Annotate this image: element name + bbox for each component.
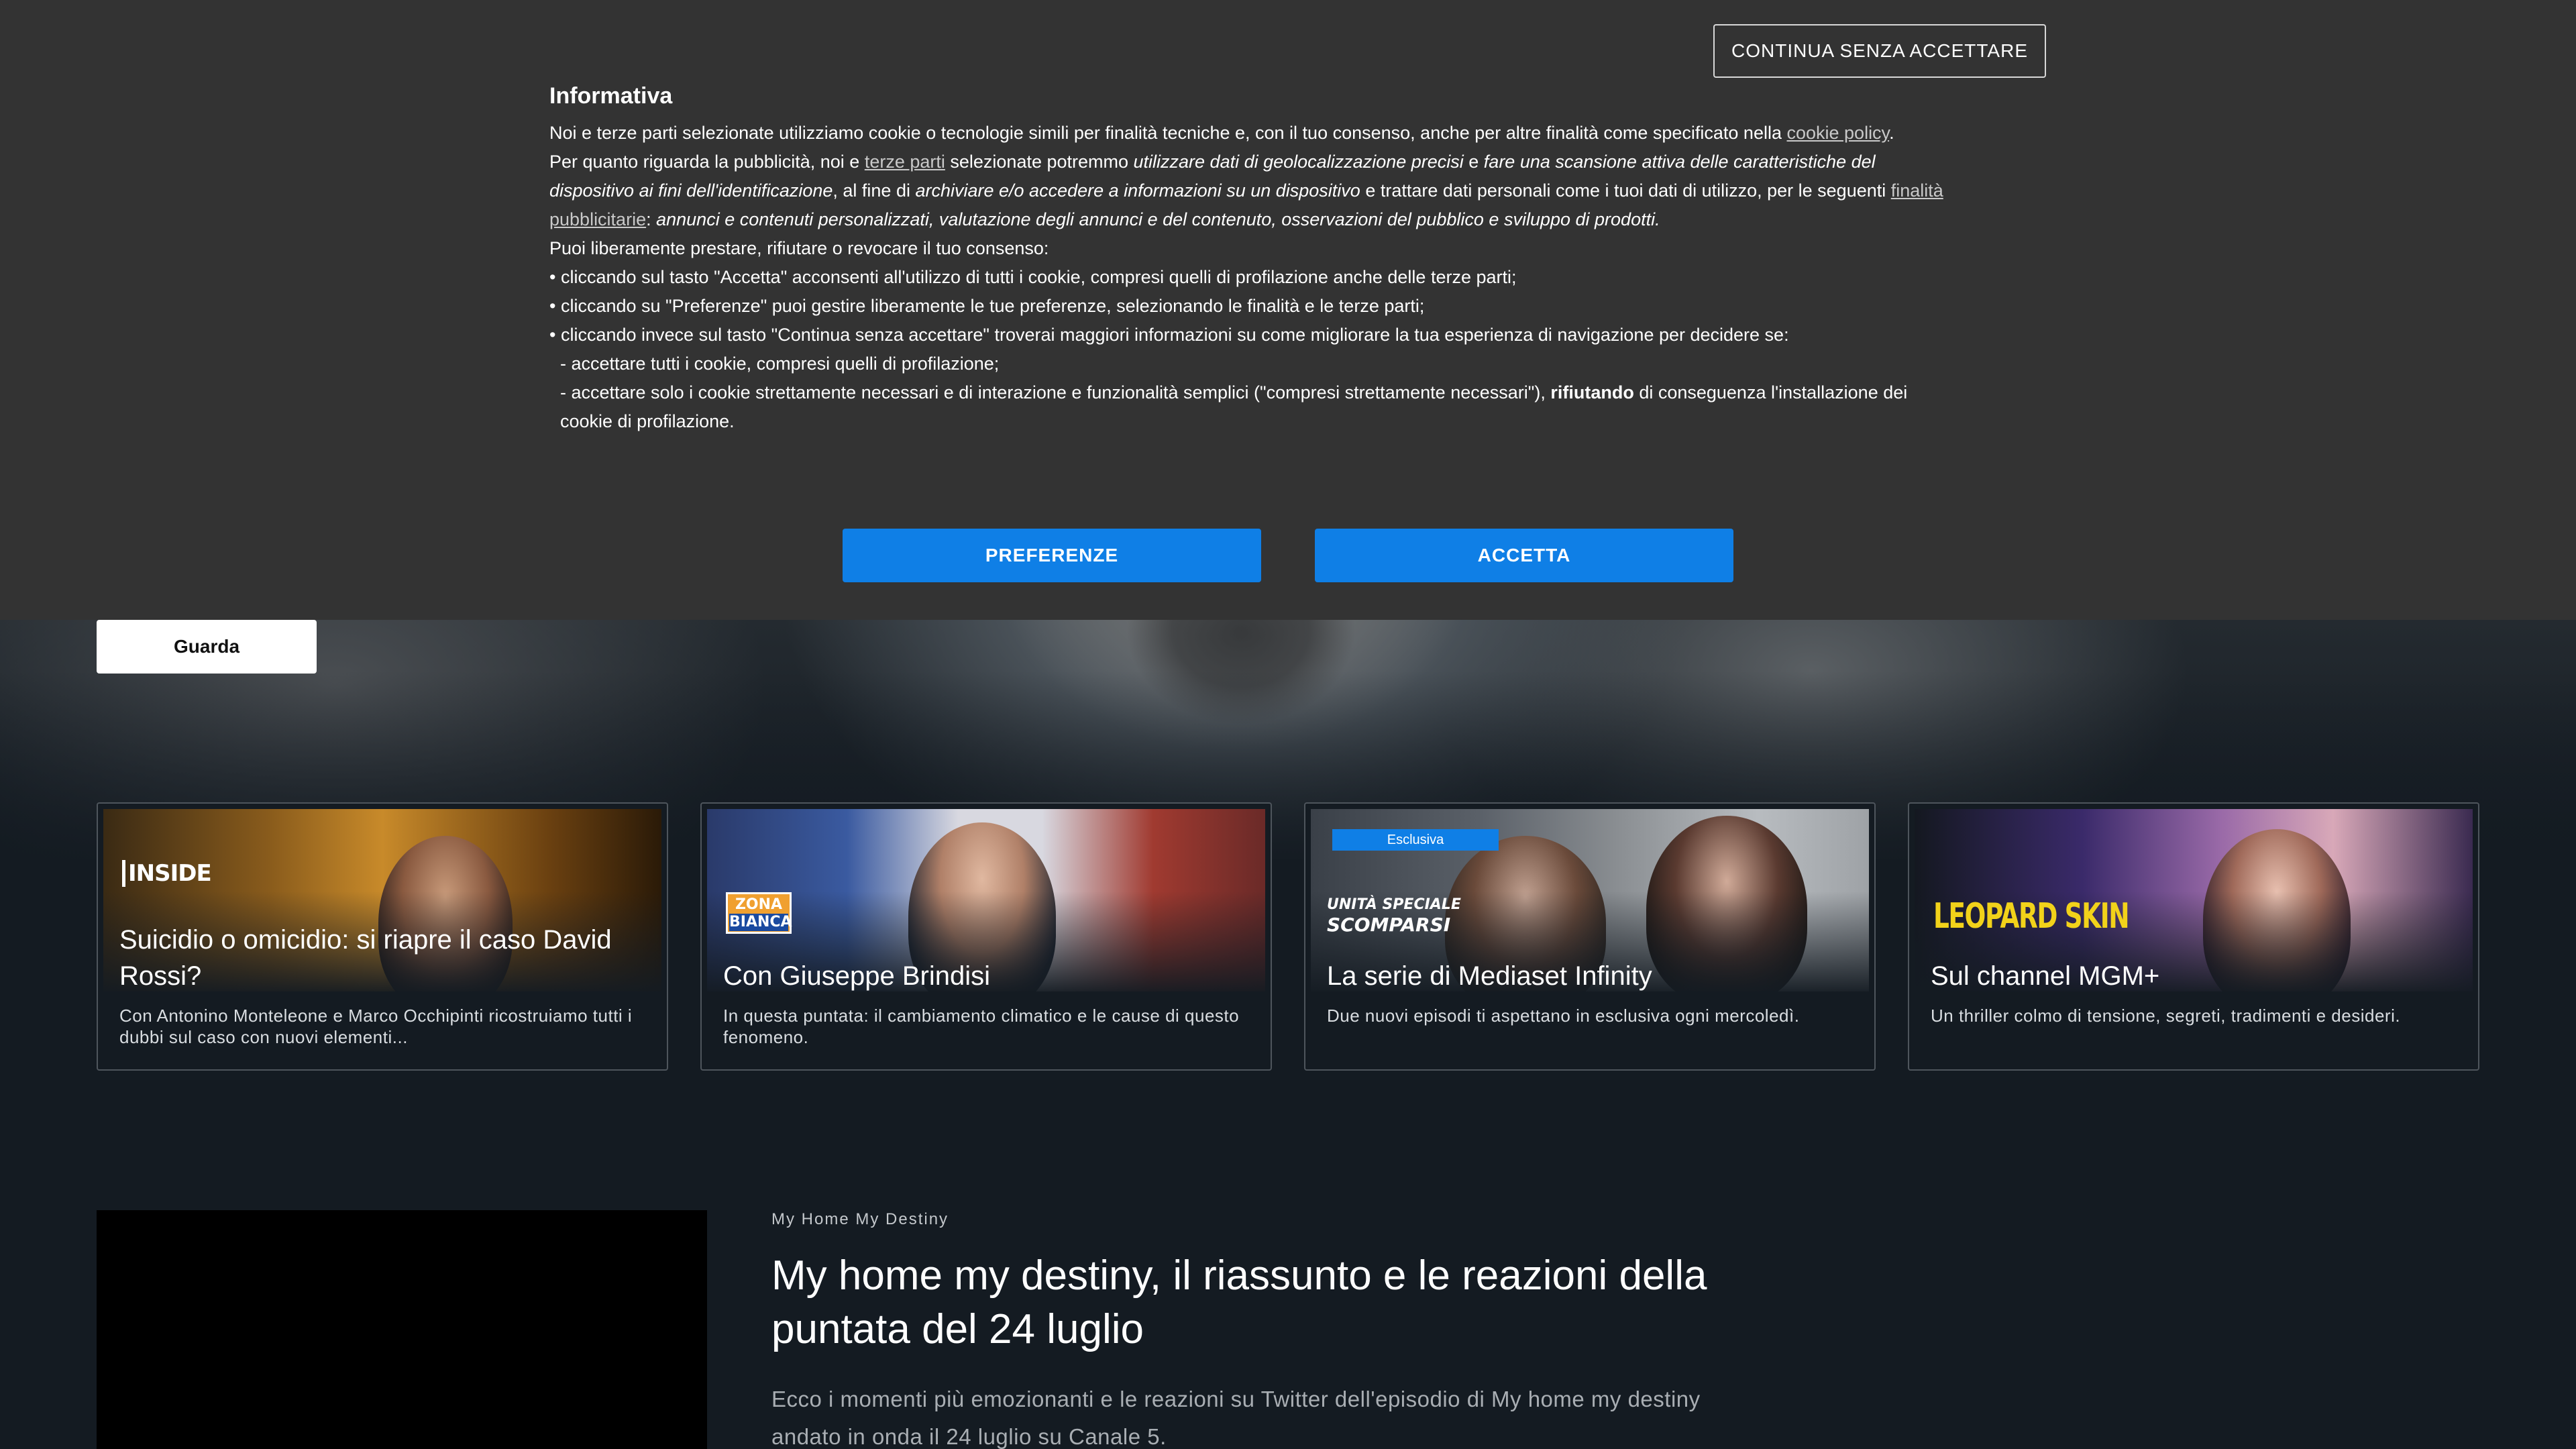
inside-logo: INSIDE bbox=[122, 860, 212, 887]
logo-text-top: ZONA bbox=[735, 896, 783, 913]
promo-card-leopard-skin[interactable]: LEOPARD SKIN Sul channel MGM+ Un thrille… bbox=[1908, 802, 2479, 1071]
cookie-subbullet-2: - accettare solo i cookie strettamente n… bbox=[549, 378, 1958, 436]
article-category[interactable]: My Home My Destiny bbox=[771, 1210, 949, 1229]
scomparsi-logo: UNITÀ SPECIALE SCOMPARSI bbox=[1327, 895, 1461, 935]
cookie-info: Informativa Noi e terze parti selezionat… bbox=[549, 83, 1958, 436]
text: selezionate potremmo bbox=[945, 152, 1134, 172]
cookie-paragraph-1: Noi e terze parti selezionate utilizziam… bbox=[549, 119, 1958, 148]
cookie-paragraph-3: Puoi liberamente prestare, rifiutare o r… bbox=[549, 238, 1049, 258]
cookie-policy-link[interactable]: cookie policy bbox=[1786, 123, 1889, 143]
article-description: Ecco i momenti più emozionanti e le reaz… bbox=[771, 1387, 1701, 1449]
promo-cards-row: INSIDE Suicidio o omicidio: si riapre il… bbox=[97, 802, 2479, 1071]
text: e bbox=[1463, 152, 1484, 172]
cookie-consent-banner: CONTINUA SENZA ACCETTARE Informativa Noi… bbox=[0, 0, 2576, 620]
card-description: Due nuovi episodi ti aspettano in esclus… bbox=[1327, 1006, 1800, 1026]
text: , al fine di bbox=[833, 180, 916, 201]
cookie-bullet-continue: • cliccando invece sul tasto "Continua s… bbox=[549, 325, 1789, 345]
watch-button[interactable]: Guarda bbox=[97, 620, 317, 674]
card-title: La serie di Mediaset Infinity bbox=[1327, 961, 1652, 991]
logo-text-bottom: SCOMPARSI bbox=[1327, 914, 1451, 936]
cookie-heading: Informativa bbox=[549, 83, 673, 109]
video-player[interactable] bbox=[97, 1210, 707, 1449]
card-title: Suicidio o omicidio: si riapre il caso D… bbox=[119, 925, 612, 991]
preferences-button[interactable]: PREFERENZE bbox=[843, 529, 1261, 582]
article-title[interactable]: My home my destiny, il riassunto e le re… bbox=[771, 1249, 1751, 1356]
text: utilizzare dati di geolocalizzazione pre… bbox=[1133, 152, 1464, 172]
leopard-skin-logo: LEOPARD SKIN bbox=[1933, 896, 2130, 936]
card-description: Con Antonino Monteleone e Marco Occhipin… bbox=[119, 1006, 633, 1047]
text: rifiutando bbox=[1550, 382, 1634, 402]
text: - accettare solo i cookie strettamente n… bbox=[560, 382, 1551, 402]
text: . bbox=[1889, 123, 1894, 143]
logo-text-top: UNITÀ SPECIALE bbox=[1327, 896, 1461, 913]
card-description: Un thriller colmo di tensione, segreti, … bbox=[1931, 1006, 2401, 1026]
text: Noi e terze parti selezionate utilizziam… bbox=[549, 123, 1787, 143]
cookie-text: Noi e terze parti selezionate utilizziam… bbox=[549, 119, 1958, 436]
cookie-subbullet-1: - accettare tutti i cookie, compresi que… bbox=[560, 354, 1000, 374]
third-parties-link[interactable]: terze parti bbox=[865, 152, 945, 172]
card-title: Con Giuseppe Brindisi bbox=[723, 961, 990, 991]
card-description: In questa puntata: il cambiamento climat… bbox=[723, 1006, 1240, 1047]
accept-button[interactable]: ACCETTA bbox=[1315, 529, 1733, 582]
cookie-bullet-accept: • cliccando sul tasto "Accetta" acconsen… bbox=[549, 267, 1517, 287]
promo-card-zona-bianca[interactable]: ZONA BIANCA Con Giuseppe Brindisi In que… bbox=[700, 802, 1272, 1071]
card-title: Sul channel MGM+ bbox=[1931, 961, 2160, 991]
cookie-bullet-preferences: • cliccando su "Preferenze" puoi gestire… bbox=[549, 296, 1425, 316]
zona-bianca-logo: ZONA BIANCA bbox=[726, 892, 792, 934]
text: annunci e contenuti personalizzati, valu… bbox=[656, 209, 1660, 229]
text: Per quanto riguarda la pubblicità, noi e bbox=[549, 152, 865, 172]
text: : bbox=[646, 209, 657, 229]
cookie-paragraph-2: Per quanto riguarda la pubblicità, noi e… bbox=[549, 148, 1958, 234]
continue-without-accepting-button[interactable]: CONTINUA SENZA ACCETTARE bbox=[1713, 24, 2046, 78]
exclusive-badge: Esclusiva bbox=[1332, 829, 1499, 851]
text: e trattare dati personali come i tuoi da… bbox=[1360, 180, 1891, 201]
promo-card-inside[interactable]: INSIDE Suicidio o omicidio: si riapre il… bbox=[97, 802, 668, 1071]
text: archiviare e/o accedere a informazioni s… bbox=[915, 180, 1360, 201]
logo-text-bottom: BIANCA bbox=[729, 914, 792, 931]
promo-card-scomparsi[interactable]: Esclusiva UNITÀ SPECIALE SCOMPARSI La se… bbox=[1304, 802, 1876, 1071]
